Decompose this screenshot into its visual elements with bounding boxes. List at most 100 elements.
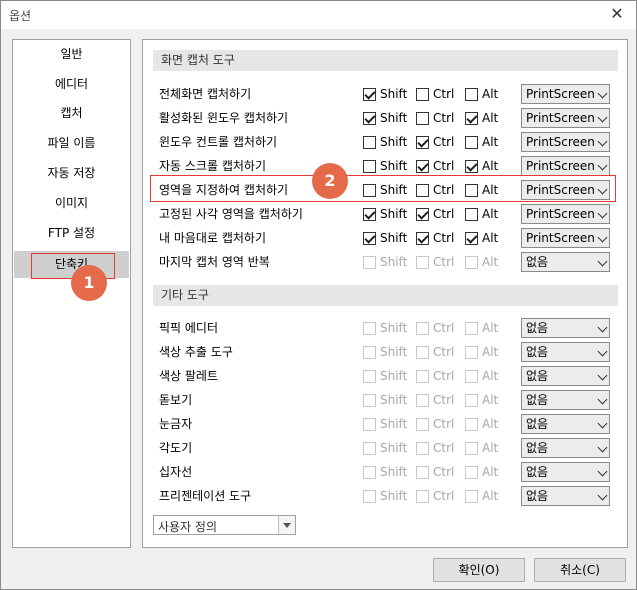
checkbox-box[interactable] <box>416 159 429 173</box>
checkbox-box[interactable] <box>363 441 376 455</box>
ok-button[interactable]: 확인(O) <box>433 558 525 582</box>
key-select[interactable]: 없음 <box>521 462 610 482</box>
checkbox-box[interactable] <box>465 159 478 173</box>
ctrl-checkbox[interactable]: Ctrl <box>416 87 454 101</box>
alt-checkbox[interactable]: Alt <box>465 159 498 173</box>
checkbox-box[interactable] <box>363 159 376 173</box>
key-select[interactable]: 없음 <box>521 390 610 410</box>
ctrl-checkbox[interactable]: Ctrl <box>416 135 454 149</box>
checkbox-box[interactable] <box>416 465 429 479</box>
ctrl-checkbox[interactable]: Ctrl <box>416 441 454 455</box>
checkbox-box[interactable] <box>465 369 478 383</box>
shift-checkbox[interactable]: Shift <box>363 87 407 101</box>
checkbox-box[interactable] <box>465 321 478 335</box>
key-select[interactable]: PrintScreen <box>521 156 610 176</box>
ctrl-checkbox[interactable]: Ctrl <box>416 111 454 125</box>
shift-checkbox[interactable]: Shift <box>363 111 407 125</box>
alt-checkbox[interactable]: Alt <box>465 87 498 101</box>
checkbox-box[interactable] <box>416 441 429 455</box>
checkbox-box[interactable] <box>465 465 478 479</box>
shift-checkbox[interactable]: Shift <box>363 441 407 455</box>
checkbox-box[interactable] <box>465 207 478 221</box>
key-select[interactable]: 없음 <box>521 366 610 386</box>
checkbox-box[interactable] <box>416 345 429 359</box>
shift-checkbox[interactable]: Shift <box>363 393 407 407</box>
alt-checkbox[interactable]: Alt <box>465 135 498 149</box>
checkbox-box[interactable] <box>416 489 429 503</box>
ctrl-checkbox[interactable]: Ctrl <box>416 393 454 407</box>
alt-checkbox[interactable]: Alt <box>465 111 498 125</box>
key-select[interactable]: 없음 <box>521 342 610 362</box>
checkbox-box[interactable] <box>416 231 429 245</box>
shift-checkbox[interactable]: Shift <box>363 159 407 173</box>
checkbox-box[interactable] <box>465 135 478 149</box>
ctrl-checkbox[interactable]: Ctrl <box>416 207 454 221</box>
alt-checkbox[interactable]: Alt <box>465 465 498 479</box>
chevron-down-icon[interactable] <box>278 516 295 534</box>
sidebar-item[interactable]: 에디터 <box>14 71 129 98</box>
alt-checkbox[interactable]: Alt <box>465 369 498 383</box>
checkbox-box[interactable] <box>363 369 376 383</box>
alt-checkbox[interactable]: Alt <box>465 255 498 269</box>
shift-checkbox[interactable]: Shift <box>363 345 407 359</box>
alt-checkbox[interactable]: Alt <box>465 489 498 503</box>
shift-checkbox[interactable]: Shift <box>363 369 407 383</box>
alt-checkbox[interactable]: Alt <box>465 321 498 335</box>
key-select[interactable]: PrintScreen <box>521 228 610 248</box>
ctrl-checkbox[interactable]: Ctrl <box>416 231 454 245</box>
checkbox-box[interactable] <box>465 255 478 269</box>
ctrl-checkbox[interactable]: Ctrl <box>416 465 454 479</box>
checkbox-box[interactable] <box>465 489 478 503</box>
checkbox-box[interactable] <box>465 441 478 455</box>
checkbox-box[interactable] <box>416 321 429 335</box>
key-select[interactable]: PrintScreen <box>521 108 610 128</box>
checkbox-box[interactable] <box>416 393 429 407</box>
shift-checkbox[interactable]: Shift <box>363 489 407 503</box>
checkbox-box[interactable] <box>465 393 478 407</box>
key-select[interactable]: 없음 <box>521 414 610 434</box>
checkbox-box[interactable] <box>363 345 376 359</box>
alt-checkbox[interactable]: Alt <box>465 417 498 431</box>
ctrl-checkbox[interactable]: Ctrl <box>416 345 454 359</box>
checkbox-box[interactable] <box>465 417 478 431</box>
checkbox-box[interactable] <box>363 489 376 503</box>
checkbox-box[interactable] <box>363 231 376 245</box>
checkbox-box[interactable] <box>416 135 429 149</box>
checkbox-box[interactable] <box>416 111 429 125</box>
checkbox-box[interactable] <box>465 231 478 245</box>
sidebar-item[interactable]: 이미지 <box>14 190 129 217</box>
key-select[interactable]: PrintScreen <box>521 132 610 152</box>
checkbox-box[interactable] <box>363 111 376 125</box>
checkbox-box[interactable] <box>416 417 429 431</box>
checkbox-box[interactable] <box>465 345 478 359</box>
checkbox-box[interactable] <box>363 393 376 407</box>
sidebar-item[interactable]: 파일 이름 <box>14 130 129 157</box>
cancel-button[interactable]: 취소(C) <box>534 558 626 582</box>
alt-checkbox[interactable]: Alt <box>465 393 498 407</box>
checkbox-box[interactable] <box>416 255 429 269</box>
shift-checkbox[interactable]: Shift <box>363 321 407 335</box>
ctrl-checkbox[interactable]: Ctrl <box>416 255 454 269</box>
ctrl-checkbox[interactable]: Ctrl <box>416 159 454 173</box>
checkbox-box[interactable] <box>363 207 376 221</box>
checkbox-box[interactable] <box>416 369 429 383</box>
alt-checkbox[interactable]: Alt <box>465 231 498 245</box>
shift-checkbox[interactable]: Shift <box>363 231 407 245</box>
ctrl-checkbox[interactable]: Ctrl <box>416 417 454 431</box>
shift-checkbox[interactable]: Shift <box>363 417 407 431</box>
close-icon[interactable]: ✕ <box>602 1 632 29</box>
checkbox-box[interactable] <box>363 87 376 101</box>
checkbox-box[interactable] <box>363 255 376 269</box>
sidebar-item[interactable]: 자동 저장 <box>14 160 129 187</box>
shift-checkbox[interactable]: Shift <box>363 207 407 221</box>
shift-checkbox[interactable]: Shift <box>363 465 407 479</box>
ctrl-checkbox[interactable]: Ctrl <box>416 489 454 503</box>
alt-checkbox[interactable]: Alt <box>465 345 498 359</box>
shift-checkbox[interactable]: Shift <box>363 255 407 269</box>
checkbox-box[interactable] <box>416 87 429 101</box>
key-select[interactable]: 없음 <box>521 252 610 272</box>
sidebar-item[interactable]: 캡처 <box>14 100 129 127</box>
alt-checkbox[interactable]: Alt <box>465 207 498 221</box>
key-select[interactable]: 없음 <box>521 486 610 506</box>
shift-checkbox[interactable]: Shift <box>363 135 407 149</box>
